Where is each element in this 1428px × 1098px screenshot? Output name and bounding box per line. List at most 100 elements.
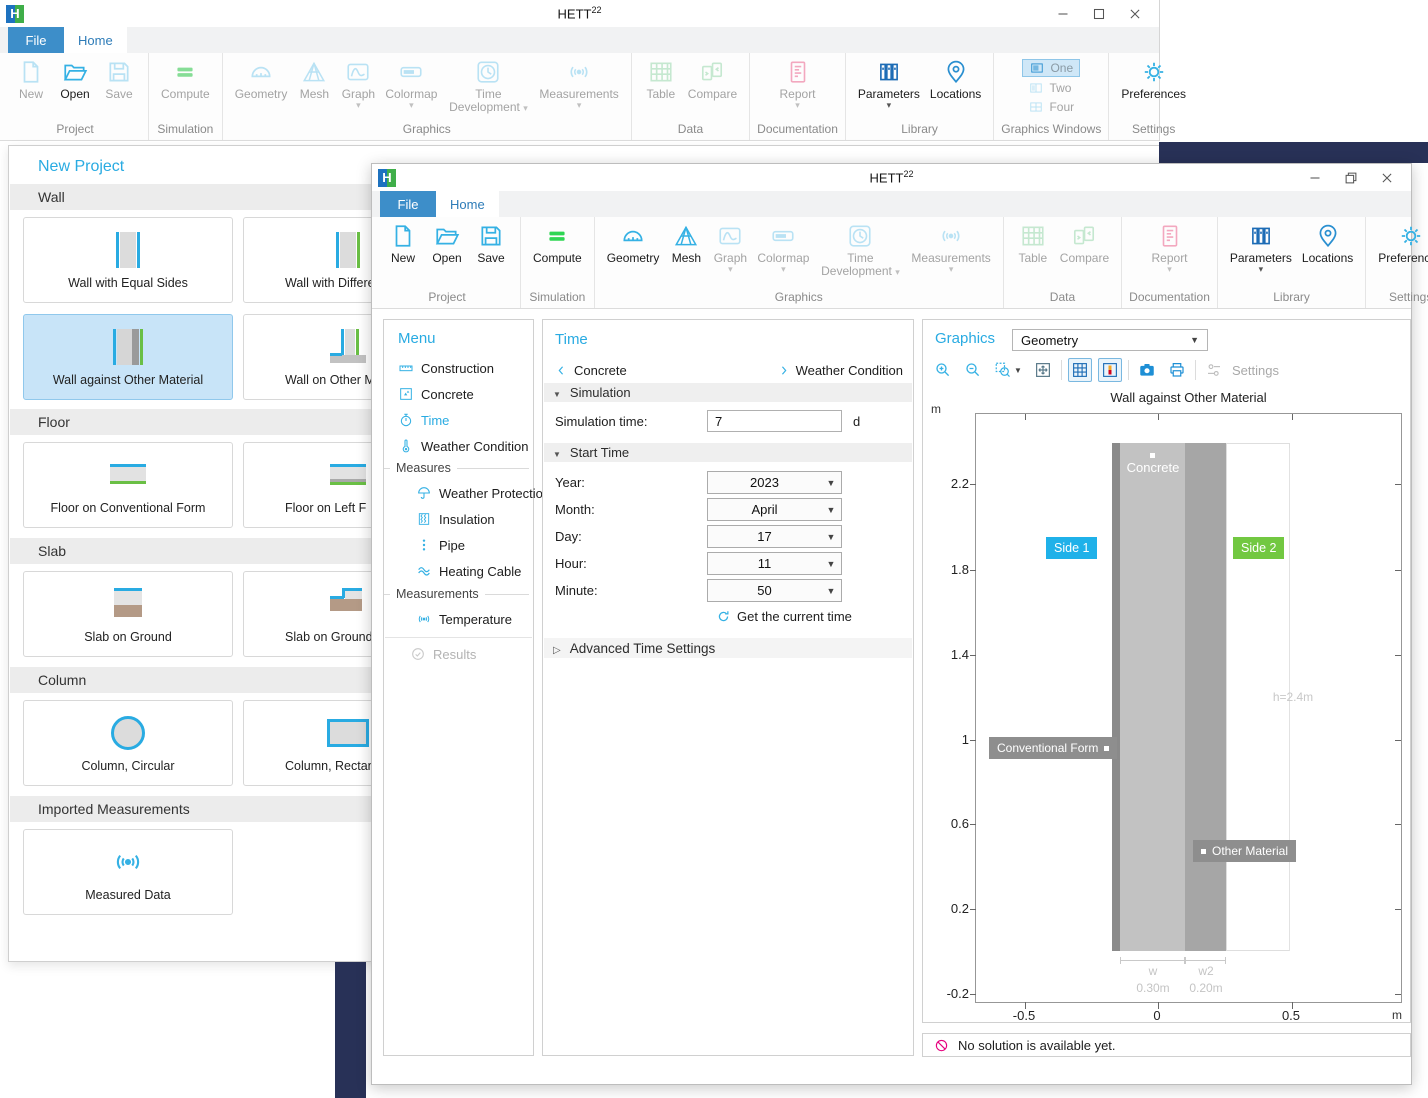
colormap-icon [397, 58, 425, 86]
colormap-button[interactable]: Colormap [752, 217, 814, 273]
report-button[interactable]: Report [775, 53, 821, 109]
map-pin-icon [1314, 222, 1342, 250]
section-simulation[interactable]: Simulation [544, 383, 912, 402]
title-bar[interactable]: H HETT22 [0, 0, 1159, 27]
colorbar-toggle-button[interactable] [1098, 358, 1122, 382]
graphics-view-selector[interactable]: Geometry▼ [1012, 329, 1208, 351]
graph-button[interactable]: Graph [708, 217, 752, 273]
menu-item-temperature[interactable]: Temperature [416, 609, 512, 629]
main-window: H HETT22 File Home New Open Save Project [371, 163, 1412, 1085]
month-select[interactable]: April▼ [707, 498, 842, 521]
print-button[interactable] [1165, 358, 1189, 382]
menu-item-construction[interactable]: Construction [398, 358, 494, 378]
grid-toggle-button[interactable] [1068, 358, 1092, 382]
minimize-button[interactable] [1045, 1, 1081, 27]
menu-item-weather-protection[interactable]: Weather Protection [416, 483, 550, 503]
two-windows-button[interactable]: Two [1022, 80, 1080, 96]
section-advanced-time-settings[interactable]: Advanced Time Settings [544, 638, 912, 658]
graph-button[interactable]: Graph [336, 53, 380, 109]
time-development-button[interactable]: Time Development ▾ [442, 53, 534, 115]
tab-file[interactable]: File [380, 191, 436, 217]
measurements-button[interactable]: Measurements [534, 53, 623, 109]
tab-home[interactable]: Home [436, 191, 499, 217]
mesh-button[interactable]: Mesh [664, 217, 708, 265]
zoom-extents-button[interactable] [1031, 358, 1055, 382]
minute-select[interactable]: 50▼ [707, 579, 842, 602]
table-button[interactable]: Table [1011, 217, 1055, 265]
restore-button[interactable] [1333, 165, 1369, 191]
simulation-time-input[interactable] [707, 410, 842, 432]
compare-button[interactable]: Compare [683, 53, 742, 101]
signal-icon [565, 58, 593, 86]
menu-item-heating-cable[interactable]: Heating Cable [416, 561, 521, 581]
x-axis-unit: m [1378, 1008, 1402, 1022]
hour-select[interactable]: 11▼ [707, 552, 842, 575]
card-column-circular[interactable]: Column, Circular [23, 700, 233, 786]
maximize-button[interactable] [1081, 1, 1117, 27]
nav-prev-concrete[interactable]: Concrete [555, 360, 627, 380]
compute-button[interactable]: Compute [156, 53, 215, 101]
compute-button[interactable]: Compute [528, 217, 587, 265]
close-button[interactable] [1369, 165, 1405, 191]
ribbon: New Open Save Project Compute Simulation… [0, 53, 1159, 141]
menu-item-weather-condition[interactable]: Weather Condition [398, 436, 528, 456]
locations-button[interactable]: Locations [925, 53, 986, 101]
one-window-button[interactable]: One [1022, 59, 1080, 77]
card-wall-equal-sides[interactable]: Wall with Equal Sides [23, 217, 233, 303]
close-button[interactable] [1117, 1, 1153, 27]
year-select[interactable]: 2023▼ [707, 471, 842, 494]
locations-button[interactable]: Locations [1297, 217, 1358, 265]
geometry-button[interactable]: Geometry [602, 217, 665, 265]
open-button[interactable]: Open [53, 53, 97, 101]
wall-against-other-icon [24, 327, 232, 367]
dropdown-caret-icon [949, 265, 954, 273]
parameters-button[interactable]: Parameters [1225, 217, 1297, 273]
compare-icon [1070, 222, 1098, 250]
zoom-box-button[interactable]: ▼ [991, 358, 1025, 382]
preferences-button[interactable]: Preferences [1116, 53, 1191, 101]
menu-item-insulation[interactable]: Insulation [416, 509, 495, 529]
menu-item-pipe[interactable]: Pipe [416, 535, 465, 555]
save-button[interactable]: Save [469, 217, 513, 265]
card-wall-against-other-material[interactable]: Wall against Other Material [23, 314, 233, 400]
day-select[interactable]: 17▼ [707, 525, 842, 548]
parameters-button[interactable]: Parameters [853, 53, 925, 109]
dropdown-caret-icon [887, 101, 892, 109]
ribbon-group-graphics: Geometry Mesh Graph Colormap Time Develo… [595, 217, 1004, 308]
save-button[interactable]: Save [97, 53, 141, 101]
geometry-button[interactable]: Geometry [230, 53, 293, 101]
geometry-plot[interactable]: Concrete Side 1 Side 2 Conventional Form… [975, 413, 1402, 1003]
ribbon-group-data: Table Compare Data [632, 53, 750, 140]
time-development-button[interactable]: Time Development ▾ [814, 217, 906, 279]
save-icon [105, 58, 133, 86]
new-button[interactable]: New [9, 53, 53, 101]
menu-item-concrete[interactable]: Concrete [398, 384, 474, 404]
zoom-out-button[interactable] [961, 358, 985, 382]
tab-home[interactable]: Home [64, 27, 127, 53]
title-bar[interactable]: H HETT22 [372, 164, 1411, 191]
report-button[interactable]: Report [1147, 217, 1193, 273]
compare-button[interactable]: Compare [1055, 217, 1114, 265]
card-slab-on-ground[interactable]: Slab on Ground [23, 571, 233, 657]
preferences-button[interactable]: Preferences [1373, 217, 1428, 265]
section-start-time[interactable]: Start Time [544, 443, 912, 462]
snapshot-button[interactable] [1135, 358, 1159, 382]
ribbon-group-library: Parameters Locations Library [1218, 217, 1366, 308]
mesh-button[interactable]: Mesh [292, 53, 336, 101]
card-floor-conventional-form[interactable]: Floor on Conventional Form [23, 442, 233, 528]
minimize-button[interactable] [1297, 165, 1333, 191]
four-windows-button[interactable]: Four [1022, 99, 1080, 115]
card-measured-data[interactable]: Measured Data [23, 829, 233, 915]
tab-file[interactable]: File [8, 27, 64, 53]
menu-item-time[interactable]: Time [398, 410, 449, 430]
zoom-in-button[interactable] [931, 358, 955, 382]
table-button[interactable]: Table [639, 53, 683, 101]
open-button[interactable]: Open [425, 217, 469, 265]
get-current-time-button[interactable]: Get the current time [716, 609, 852, 624]
new-button[interactable]: New [381, 217, 425, 265]
collapse-triangle-icon [553, 445, 561, 460]
colormap-button[interactable]: Colormap [380, 53, 442, 109]
nav-next-weather-condition[interactable]: Weather Condition [777, 360, 903, 380]
measurements-button[interactable]: Measurements [906, 217, 995, 273]
dropdown-caret-icon [1259, 265, 1264, 273]
